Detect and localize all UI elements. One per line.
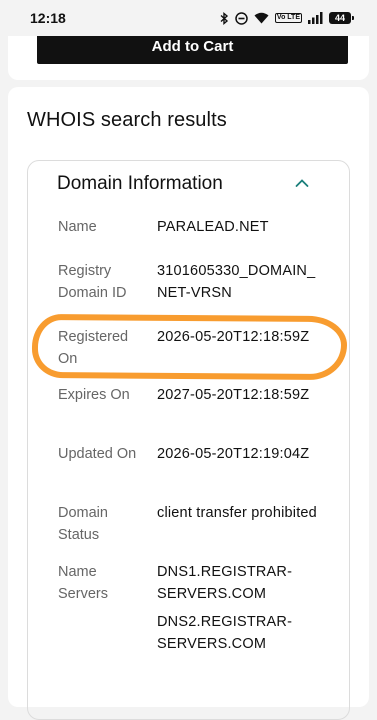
field-label-name: Name — [58, 219, 97, 235]
field-label-name-servers: Name Servers — [58, 564, 108, 602]
field-value-domain-status: client transfer prohibited — [157, 505, 317, 521]
field-label-registered-on: Registered On — [58, 329, 129, 367]
field-value-name: PARALEAD.NET — [157, 219, 269, 235]
field-value-name-server-2: DNS2.REGISTRAR-SERVERS.COM — [157, 614, 293, 652]
network-badge: Vo LTE — [274, 13, 302, 23]
field-label-expires-on: Expires On — [58, 387, 130, 403]
field-value-registry-domain-id: 3101605330_DOMAIN_NET-VRSN — [157, 263, 316, 301]
field-label-registry-domain-id: Registry Domain ID — [58, 263, 127, 301]
field-value-registered-on: 2026-05-20T12:18:59Z — [157, 329, 310, 345]
chevron-up-icon[interactable] — [294, 175, 310, 191]
wifi-icon — [254, 12, 269, 24]
do-not-disturb-icon — [235, 11, 248, 25]
field-label-domain-status: Domain Status — [58, 505, 108, 543]
domain-information-panel: Domain Information Name PARALEAD.NET Reg… — [27, 160, 350, 720]
bluetooth-icon — [220, 11, 228, 25]
field-label-updated-on: Updated On — [58, 446, 137, 462]
whois-results-card: WHOIS search results Domain Information … — [8, 87, 369, 720]
battery-level: 44 — [334, 13, 345, 23]
status-icons: Vo LTE 44 — [220, 10, 354, 26]
signal-icon — [308, 12, 323, 24]
section-title: Domain Information — [57, 173, 223, 194]
page-title: WHOIS search results — [27, 109, 227, 131]
field-value-name-server-1: DNS1.REGISTRAR-SERVERS.COM — [157, 564, 293, 602]
field-value-updated-on: 2026-05-20T12:19:04Z — [157, 446, 310, 462]
status-time: 12:18 — [30, 10, 66, 26]
battery-icon: 44 — [329, 12, 354, 24]
status-bar: 12:18 Vo LTE 44 — [0, 0, 377, 36]
field-value-expires-on: 2027-05-20T12:18:59Z — [157, 387, 310, 403]
